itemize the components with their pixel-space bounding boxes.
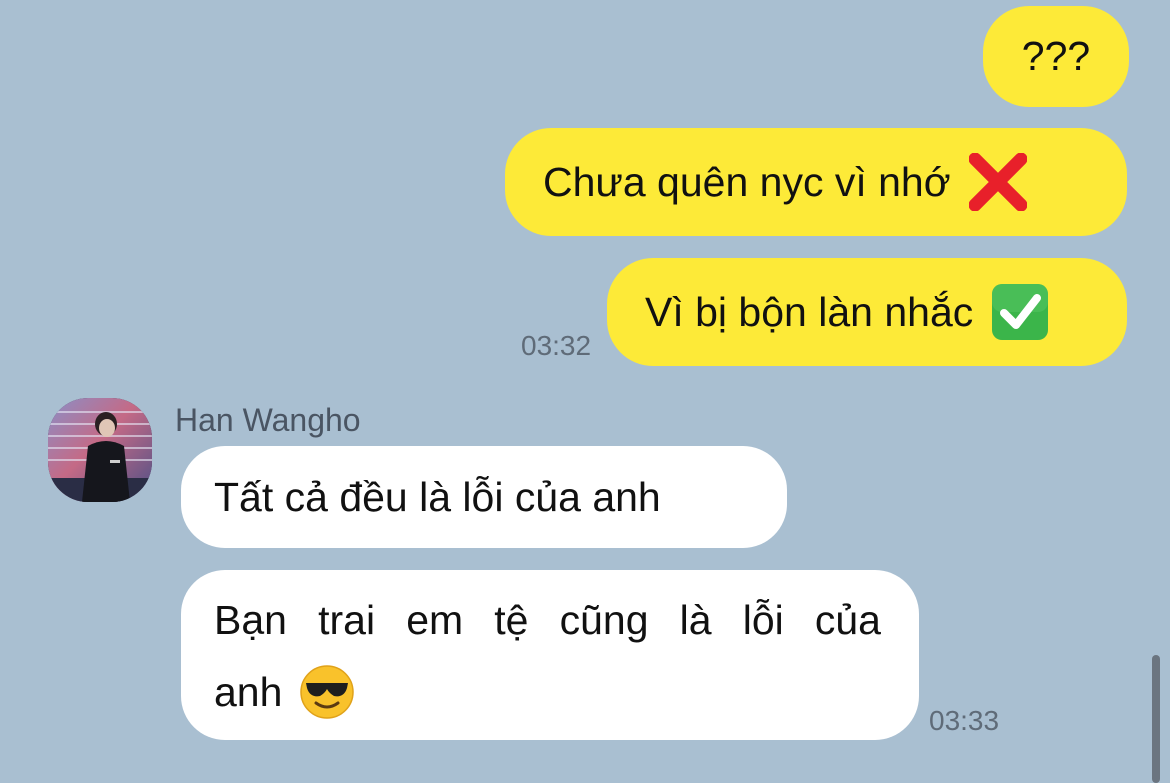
- message-timestamp: 03:32: [521, 330, 592, 361]
- message-text-line: Bạn trai em tệ cũng là lỗi của: [214, 597, 881, 643]
- contact-name: Han Wangho: [175, 402, 361, 438]
- cross-mark-icon: [968, 153, 1027, 211]
- scrollbar[interactable]: [1152, 655, 1160, 783]
- message-text: Chưa quên nyc vì nhớ: [543, 158, 951, 205]
- message-text: Vì bị bộn làn nhắc: [645, 288, 974, 335]
- message-text-line: anh: [214, 668, 283, 715]
- message-timestamp: 03:33: [929, 705, 1000, 736]
- outgoing-message-bubble[interactable]: ???: [983, 6, 1129, 107]
- incoming-message-bubble[interactable]: Tất cả đều là lỗi của anh: [181, 446, 787, 548]
- check-mark-button-icon: [992, 284, 1049, 340]
- avatar-image: [48, 398, 152, 502]
- message-text: Tất cả đều là lỗi của anh: [214, 473, 661, 520]
- incoming-message-bubble[interactable]: Bạn trai em tệ cũng là lỗi của anh: [181, 570, 919, 740]
- outgoing-message-bubble[interactable]: Vì bị bộn làn nhắc: [607, 258, 1127, 366]
- outgoing-message-bubble[interactable]: Chưa quên nyc vì nhớ: [505, 128, 1127, 236]
- message-text: ???: [1021, 33, 1091, 79]
- smiling-face-with-sunglasses-icon: [300, 665, 355, 719]
- contact-avatar[interactable]: [48, 398, 152, 502]
